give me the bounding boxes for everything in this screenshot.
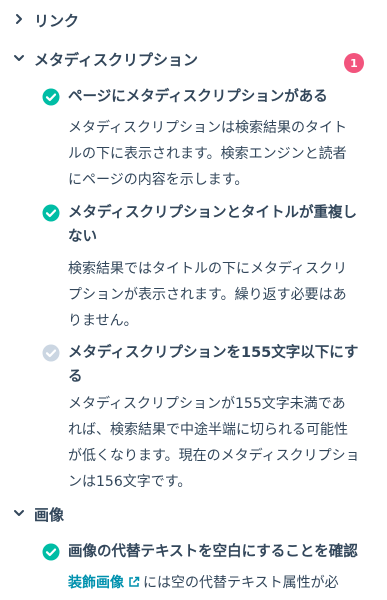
section-header-meta[interactable]: メタディスクリプション bbox=[0, 47, 387, 69]
title-line: ない bbox=[68, 229, 97, 245]
check-title-alt-text: 画像の代替テキストを空白にすることを確認 bbox=[68, 544, 358, 560]
section-header-images[interactable]: 画像 bbox=[0, 502, 387, 524]
check-circle-inactive-icon bbox=[42, 344, 60, 362]
title-line: メタディスクリプションとタイトルが重複し bbox=[68, 205, 357, 221]
description-line: れば、検索結果で中途半端に切られる可能性 bbox=[68, 422, 348, 438]
chevron-down-icon bbox=[14, 55, 24, 61]
description-line: メタディスクリプションが155文字未満であ bbox=[68, 396, 346, 412]
check-circle-icon bbox=[42, 88, 60, 106]
check-description: 装飾画像 には空の代替テキスト属性が必 bbox=[68, 570, 368, 596]
chevron-down-icon bbox=[14, 510, 24, 516]
description-line: が低くなります。現在のメタディスクリプショ bbox=[68, 448, 360, 464]
decorative-images-link[interactable]: 装飾画像 bbox=[68, 575, 124, 591]
check-title-length-limit: メタディスクリプションを155文字以下にす る bbox=[68, 341, 368, 389]
description-line: りません。 bbox=[68, 313, 138, 329]
check-circle-icon bbox=[42, 543, 60, 561]
external-link-icon[interactable] bbox=[128, 576, 140, 588]
description-line: ルの下に表示されます。検索エンジンと読者 bbox=[68, 146, 347, 162]
description-line: ンは156文字です。 bbox=[68, 474, 192, 490]
section-title-images: 画像 bbox=[34, 506, 65, 524]
section-title-links: リンク bbox=[34, 12, 80, 30]
title-line: メタディスクリプションを155文字以下にす bbox=[68, 345, 359, 361]
description-line: プションが表示されます。繰り返す必要はあ bbox=[68, 287, 347, 303]
check-title-has-meta-description: ページにメタディスクリプションがある bbox=[68, 89, 328, 105]
check-description: メタディスクリプションが155文字未満であ れば、検索結果で中途半端に切られる可… bbox=[68, 391, 368, 495]
description-line: 検索結果ではタイトルの下にメタディスクリ bbox=[68, 261, 348, 277]
title-line: る bbox=[68, 369, 83, 385]
description-line: メタディスクリプションは検索結果のタイト bbox=[68, 120, 348, 136]
description-text: には空の代替テキスト属性が必 bbox=[143, 575, 339, 591]
check-description: 検索結果ではタイトルの下にメタディスクリ プションが表示されます。繰り返す必要は… bbox=[68, 256, 368, 334]
chevron-right-icon bbox=[16, 14, 22, 24]
issue-count-badge: 1 bbox=[344, 53, 364, 73]
check-description: メタディスクリプションは検索結果のタイト ルの下に表示されます。検索エンジンと読… bbox=[68, 115, 368, 193]
section-title-meta: メタディスクリプション bbox=[34, 51, 198, 69]
check-title-no-duplicate: メタディスクリプションとタイトルが重複し ない bbox=[68, 201, 368, 249]
section-header-links[interactable]: リンク bbox=[0, 8, 387, 30]
check-circle-icon bbox=[42, 204, 60, 222]
description-line: にページの内容を示します。 bbox=[68, 172, 249, 188]
